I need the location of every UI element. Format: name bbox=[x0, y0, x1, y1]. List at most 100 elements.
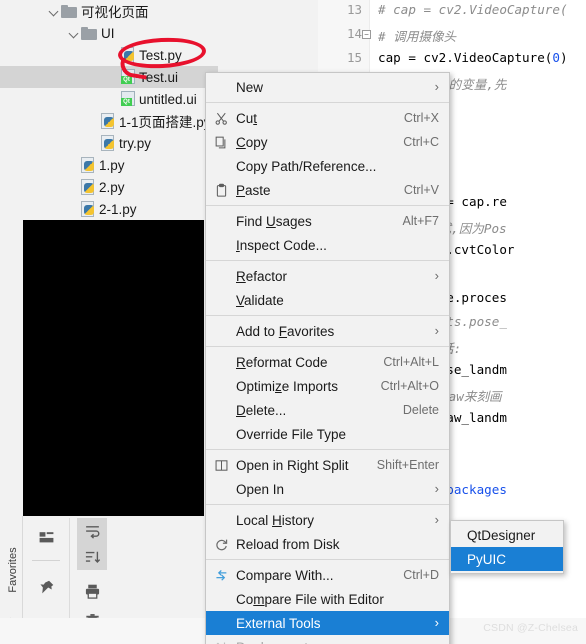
menu-item-label: New bbox=[236, 79, 264, 95]
menu-item-delete[interactable]: Delete... Delete bbox=[206, 398, 449, 422]
menu-item-reformat-code[interactable]: Reformat Code Ctrl+Alt+L bbox=[206, 350, 449, 374]
sort-down-icon[interactable] bbox=[77, 544, 107, 570]
menu-item-inspect-code[interactable]: Inspect Code... bbox=[206, 233, 449, 257]
chevron-down-icon[interactable] bbox=[48, 5, 61, 18]
menu-item-shortcut: Ctrl+Alt+O bbox=[380, 379, 439, 393]
tree-item-[interactable]: 可视化页面 bbox=[0, 0, 218, 22]
split-panel-icon bbox=[213, 457, 229, 473]
menu-item-qtdesigner[interactable]: QtDesigner bbox=[451, 523, 563, 547]
menu-item-override-file-type[interactable]: Override File Type bbox=[206, 422, 449, 446]
tree-item-Test.py[interactable]: Test.py bbox=[0, 44, 218, 66]
menu-item-compare-file-with-editor[interactable]: Compare File with Editor bbox=[206, 587, 449, 611]
menu-item-label: Open In bbox=[236, 481, 285, 497]
python-file-icon bbox=[80, 157, 95, 173]
soft-wrap-icon[interactable] bbox=[77, 518, 107, 544]
menu-item-shortcut: Ctrl+C bbox=[403, 135, 439, 149]
menu-item-refactor[interactable]: Refactor › bbox=[206, 264, 449, 288]
tree-item-UI[interactable]: UI bbox=[0, 22, 218, 44]
chevron-right-icon: › bbox=[434, 323, 439, 338]
menu-item-label: Open in Right Split bbox=[236, 457, 349, 473]
menu-separator bbox=[206, 260, 449, 261]
menu-item-label: Reload from Disk bbox=[236, 536, 340, 552]
pin-icon[interactable] bbox=[31, 574, 61, 600]
line-number: 13 bbox=[346, 2, 362, 17]
folder-icon bbox=[81, 26, 97, 40]
chevron-right-icon: › bbox=[434, 79, 439, 94]
menu-item-shortcut: Alt+F7 bbox=[402, 214, 439, 228]
menu-item-label: Copy bbox=[236, 134, 268, 150]
chevron-down-icon[interactable] bbox=[68, 27, 81, 40]
layout-icon[interactable] bbox=[31, 524, 61, 550]
menu-item-label: Add to Favorites bbox=[236, 323, 335, 339]
menu-item-external-tools[interactable]: External Tools › bbox=[206, 611, 449, 635]
menu-item-label: Inspect Code... bbox=[236, 237, 327, 253]
menu-item-label: QtDesigner bbox=[467, 527, 536, 543]
menu-item-copy[interactable]: Copy Ctrl+C bbox=[206, 130, 449, 154]
project-file-tree[interactable]: 可视化页面 UI Test.py Test.ui untitled.ui 1-1页面搭建.… bbox=[0, 0, 218, 220]
menu-item-label: Override File Type bbox=[236, 426, 347, 442]
tree-item-label: untitled.ui bbox=[139, 91, 197, 107]
python-file-icon bbox=[120, 47, 135, 63]
chevron-right-icon: › bbox=[434, 512, 439, 527]
folder-icon bbox=[61, 4, 77, 18]
menu-item-copy-path-reference[interactable]: Copy Path/Reference... bbox=[206, 154, 449, 178]
menu-item-shortcut: Shift+Enter bbox=[376, 458, 439, 472]
menu-item-paste[interactable]: Paste Ctrl+V bbox=[206, 178, 449, 202]
chevron-right-icon: › bbox=[434, 268, 439, 283]
menu-item-label: Compare With... bbox=[236, 567, 334, 583]
menu-item-shortcut: Ctrl+X bbox=[403, 111, 439, 125]
menu-item-label: Refactor bbox=[236, 268, 288, 284]
toolbar-divider bbox=[32, 560, 60, 561]
menu-item-label: Paste bbox=[236, 182, 271, 198]
menu-item-open-in-right-split[interactable]: Open in Right Split Shift+Enter bbox=[206, 453, 449, 477]
menu-item-label: Optimize Imports bbox=[236, 378, 339, 394]
tree-item-untitled.ui[interactable]: untitled.ui bbox=[0, 88, 218, 110]
watermark: CSDN @Z-Chelsea bbox=[483, 622, 578, 634]
code-line: # cap = cv2.VideoCapture( bbox=[378, 2, 568, 17]
tree-item-label: UI bbox=[101, 25, 115, 41]
menu-separator bbox=[206, 449, 449, 450]
menu-item-deployment: Deployment› bbox=[206, 635, 449, 644]
menu-item-validate[interactable]: Validate bbox=[206, 288, 449, 312]
menu-separator bbox=[206, 205, 449, 206]
favorites-label: Favorites bbox=[7, 547, 19, 593]
tree-item-1-1.py[interactable]: 1-1页面搭建.py bbox=[0, 110, 218, 132]
menu-item-pyuic[interactable]: PyUIC bbox=[451, 547, 563, 571]
camera-preview-window bbox=[23, 220, 204, 516]
external-tools-submenu[interactable]: QtDesigner PyUIC bbox=[450, 520, 564, 574]
tree-item-2.py[interactable]: 2.py bbox=[0, 176, 218, 198]
clipboard-icon bbox=[213, 182, 229, 198]
menu-item-local-history[interactable]: Local History › bbox=[206, 508, 449, 532]
tree-item-label: 1.py bbox=[99, 157, 125, 173]
menu-item-compare-with[interactable]: Compare With... Ctrl+D bbox=[206, 563, 449, 587]
menu-item-shortcut: Ctrl+V bbox=[403, 183, 439, 197]
tree-item-1.py[interactable]: 1.py bbox=[0, 154, 218, 176]
print-icon[interactable] bbox=[77, 578, 107, 604]
menu-item-reload-from-disk[interactable]: Reload from Disk bbox=[206, 532, 449, 556]
python-file-icon bbox=[100, 135, 115, 151]
menu-item-label: Local History bbox=[236, 512, 315, 528]
menu-item-open-in[interactable]: Open In › bbox=[206, 477, 449, 501]
menu-separator bbox=[206, 346, 449, 347]
tree-item-2-1.py[interactable]: 2-1.py bbox=[0, 198, 218, 220]
menu-item-new[interactable]: New › bbox=[206, 75, 449, 99]
tree-item-Test.ui[interactable]: Test.ui bbox=[0, 66, 218, 88]
scissors-icon bbox=[213, 110, 229, 126]
code-line: cap = cv2.VideoCapture(0) bbox=[378, 50, 568, 65]
tree-item-try.py[interactable]: try.py bbox=[0, 132, 218, 154]
menu-item-add-to-favorites[interactable]: Add to Favorites › bbox=[206, 319, 449, 343]
menu-item-cut[interactable]: Cut Ctrl+X bbox=[206, 106, 449, 130]
tree-item-label: try.py bbox=[119, 135, 152, 151]
line-number: 14 bbox=[346, 26, 362, 41]
menu-item-find-usages[interactable]: Find Usages Alt+F7 bbox=[206, 209, 449, 233]
menu-item-optimize-imports[interactable]: Optimize Imports Ctrl+Alt+O bbox=[206, 374, 449, 398]
compare-icon bbox=[213, 567, 229, 583]
python-file-icon bbox=[80, 179, 95, 195]
tree-item-label: Test.ui bbox=[139, 69, 179, 85]
menu-item-shortcut: Ctrl+D bbox=[403, 568, 439, 582]
code-fold-toggle[interactable]: − bbox=[362, 30, 371, 39]
menu-item-label: Validate bbox=[236, 292, 284, 308]
file-context-menu[interactable]: New › Cut Ctrl+X Copy Ctrl+C Copy Path/Referen… bbox=[205, 72, 450, 644]
menu-separator bbox=[206, 315, 449, 316]
menu-item-label: Copy Path/Reference... bbox=[236, 158, 377, 174]
